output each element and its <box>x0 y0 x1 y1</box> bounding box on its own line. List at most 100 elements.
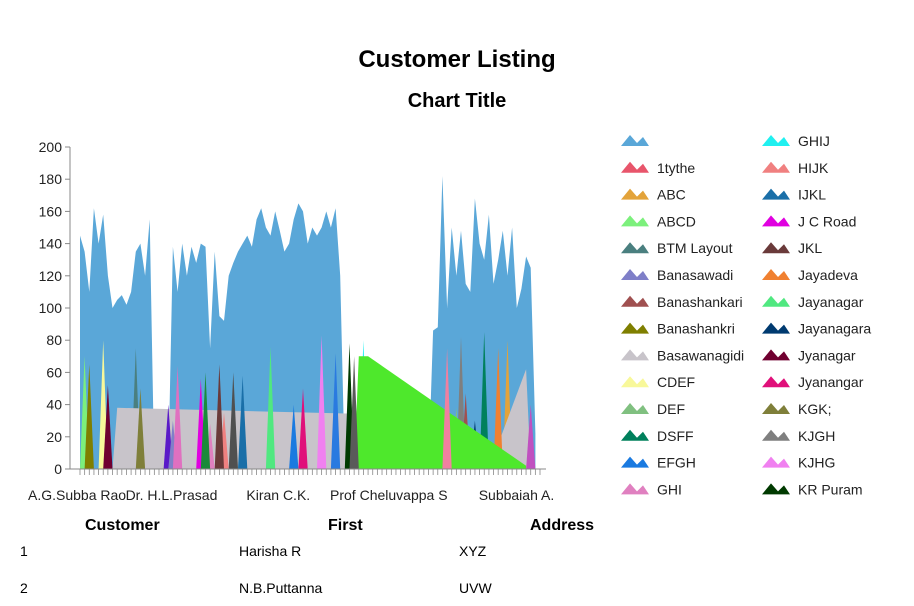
legend-label: DSFF <box>657 428 694 444</box>
y-tick-label: 40 <box>46 397 62 413</box>
plot-areas <box>80 176 536 469</box>
legend-label: ABCD <box>657 213 696 229</box>
column-header-first: First <box>328 517 363 534</box>
legend-swatch <box>762 188 790 200</box>
row-1-first: Harisha R <box>239 543 302 559</box>
legend-item: JKL <box>762 240 822 256</box>
chart-legend: 1tythe ABC ABCD BTM Layout Banasawadi Banasha… <box>621 133 871 497</box>
y-tick-label: 120 <box>39 268 63 284</box>
legend-swatch <box>762 242 790 254</box>
legend-item: KJGH <box>762 428 835 444</box>
legend-swatch <box>762 456 790 468</box>
legend-label: ABC <box>657 187 686 203</box>
legend-label: EFGH <box>657 455 696 471</box>
y-tick-label: 200 <box>39 139 63 155</box>
legend-swatch <box>621 242 649 254</box>
legend-item: CDEF <box>621 374 695 390</box>
legend-swatch <box>621 349 649 361</box>
legend-swatch <box>621 376 649 388</box>
legend-item: ABC <box>621 187 686 203</box>
legend-swatch <box>762 322 790 334</box>
legend-label: GHI <box>657 481 682 497</box>
legend-item: EFGH <box>621 455 696 471</box>
y-tick-label: 80 <box>46 332 62 348</box>
legend-item: DEF <box>621 401 685 417</box>
legend-label: CDEF <box>657 374 695 390</box>
legend-item: KR Puram <box>762 481 863 497</box>
legend-item: GHIJ <box>762 133 830 149</box>
legend-label: 1tythe <box>657 160 695 176</box>
legend-swatch <box>762 429 790 441</box>
legend-label: BTM Layout <box>657 240 733 256</box>
legend-label: Jayadeva <box>798 267 858 283</box>
legend-label: GHIJ <box>798 133 830 149</box>
legend-item: Jayanagara <box>762 321 871 337</box>
row-2-address: UVW <box>459 580 492 596</box>
legend-label: J C Road <box>798 213 856 229</box>
legend-swatch <box>621 295 649 307</box>
legend-item: DSFF <box>621 428 694 444</box>
legend-item: KGK; <box>762 401 831 417</box>
legend-swatch <box>762 403 790 414</box>
legend-item: J C Road <box>762 213 856 229</box>
legend-swatch <box>621 322 649 334</box>
legend-swatch <box>621 188 649 200</box>
legend-swatch <box>762 376 790 388</box>
legend-swatch <box>621 403 649 414</box>
x-tick-label: A.G.Subba Rao <box>28 487 126 503</box>
legend-label: Basawanagidi <box>657 347 744 363</box>
row-1-address: XYZ <box>459 543 487 559</box>
legend-swatch <box>762 483 790 495</box>
x-tick-label: Dr. H.L.Prasad <box>126 487 218 503</box>
legend-swatch <box>621 429 649 441</box>
legend-swatch <box>762 295 790 307</box>
legend-item: 1tythe <box>621 160 695 176</box>
y-tick-label: 100 <box>39 300 63 316</box>
area-chart: 0 20 40 60 80 100 120 140 160 180 200 A.G.Subba Rao… <box>28 133 871 503</box>
legend-item: KJHG <box>762 455 835 471</box>
legend-label: Jayanagar <box>798 294 864 310</box>
legend-swatch <box>621 215 649 227</box>
legend-label: KGK; <box>798 401 831 417</box>
y-tick-label: 60 <box>46 364 62 380</box>
legend-swatch <box>621 161 649 173</box>
legend-swatch <box>621 483 649 495</box>
y-tick-label: 160 <box>39 203 63 219</box>
legend-swatch <box>762 215 790 227</box>
row-1-id: 1 <box>20 543 28 559</box>
legend-item: Banashankari <box>621 294 743 310</box>
legend-item: Jyanangar <box>762 374 864 390</box>
legend-swatch <box>621 269 649 280</box>
legend-item: Jyanagar <box>762 347 856 363</box>
legend-item: HIJK <box>762 160 829 176</box>
y-tick-label: 20 <box>46 429 62 445</box>
legend-label: KR Puram <box>798 481 863 497</box>
legend-label: JKL <box>798 240 822 256</box>
legend-label: Jyanagar <box>798 347 856 363</box>
legend-item: BTM Layout <box>621 240 733 256</box>
legend-item: Basawanagidi <box>621 347 744 363</box>
legend-label: HIJK <box>798 160 829 176</box>
legend-label: DEF <box>657 401 685 417</box>
column-header-address: Address <box>530 517 595 534</box>
legend-item: Banashankri <box>621 321 735 337</box>
legend-item: ABCD <box>621 213 696 229</box>
legend-label: Jyanangar <box>798 374 864 390</box>
x-tick-label: Prof Cheluvappa S <box>330 487 448 503</box>
legend-swatch <box>621 456 649 468</box>
legend-label: KJGH <box>798 428 835 444</box>
legend-item: IJKL <box>762 187 826 203</box>
legend-swatch <box>762 161 790 173</box>
legend-label: KJHG <box>798 455 835 471</box>
legend-label: Banashankri <box>657 321 735 337</box>
legend-item: Jayadeva <box>762 267 858 283</box>
column-header-customer: Customer <box>85 517 160 534</box>
legend-swatch <box>762 349 790 361</box>
legend-label: IJKL <box>798 187 826 203</box>
y-tick-label: 140 <box>39 236 63 252</box>
legend-swatch <box>621 135 649 146</box>
y-tick-label: 0 <box>54 461 62 477</box>
legend-item: Jayanagar <box>762 294 864 310</box>
legend-label: Banashankari <box>657 294 743 310</box>
legend-item <box>621 135 649 146</box>
